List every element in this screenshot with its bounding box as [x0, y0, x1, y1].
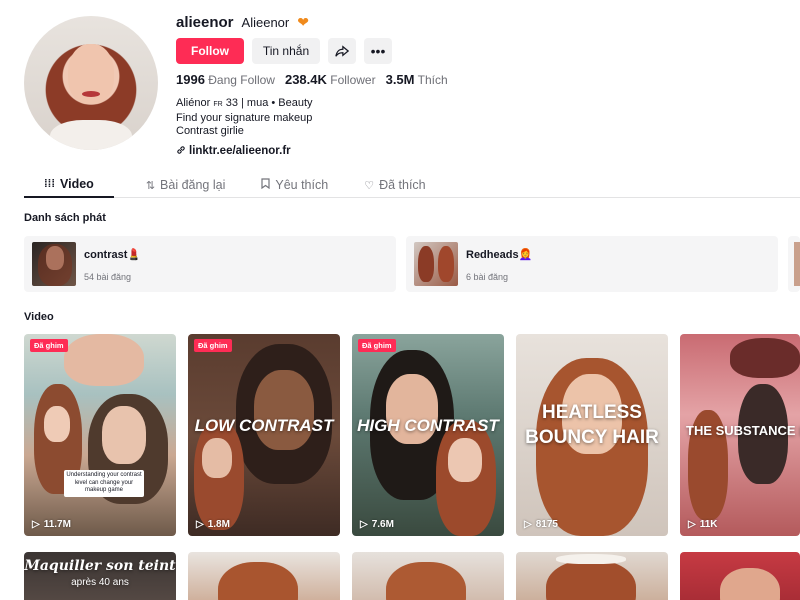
view-count: ▷ 7.6M: [360, 519, 394, 530]
bio-line-2: Find your signature makeup: [176, 111, 313, 124]
profile-tabs: ⁞⁞⁞ Video ⇅ Bài đăng lại Yêu thích ♡ Đã …: [24, 172, 800, 198]
playlist-card-partial[interactable]: [788, 236, 800, 292]
video-card[interactable]: [188, 552, 340, 600]
display-name: Alieenor: [241, 14, 290, 30]
video-card[interactable]: THE SUBSTANCE L'AUTOSABOTA ▷ 11K: [680, 334, 800, 536]
playlist-count: 6 bài đăng: [466, 272, 509, 282]
playlist-thumbnail: [32, 242, 76, 286]
playlists-title: Danh sách phát: [24, 212, 106, 224]
followers-stat[interactable]: 238.4K Follower: [285, 72, 376, 87]
pinned-badge: Đã ghim: [30, 339, 68, 352]
link-icon: [176, 145, 186, 158]
view-count: ▷ 11K: [688, 519, 718, 530]
video-card[interactable]: [516, 552, 668, 600]
video-card[interactable]: [352, 552, 504, 600]
profile-link[interactable]: linktr.ee/alieenor.fr: [176, 145, 448, 158]
play-icon: ▷: [360, 519, 368, 530]
video-overlay-text: LOW CONTRAST: [194, 416, 334, 435]
playlist-card[interactable]: Redheads👩‍🦰 6 bài đăng: [406, 236, 778, 292]
view-count: ▷ 8175: [524, 519, 558, 530]
play-icon: ▷: [688, 519, 696, 530]
profile-header: alieenor Alieenor ❤ Follow Tin nhắn ••• …: [176, 12, 448, 158]
videos-title: Video: [24, 311, 54, 323]
view-count: ▷ 1.8M: [196, 519, 230, 530]
profile-avatar[interactable]: [24, 16, 158, 150]
tab-favorites[interactable]: Yêu thích: [257, 172, 332, 198]
following-stat[interactable]: 1996 Đang Follow: [176, 72, 275, 87]
playlist-thumbnail: [414, 242, 458, 286]
orange-heart-icon: ❤: [297, 13, 309, 30]
avatar-shirt: [50, 120, 132, 150]
share-icon[interactable]: [328, 38, 356, 64]
tab-liked[interactable]: ♡ Đã thích: [360, 172, 429, 198]
play-icon: ▷: [32, 519, 40, 530]
playlist-name: Redheads👩‍🦰: [466, 249, 533, 261]
tab-reposts[interactable]: ⇅ Bài đăng lại: [142, 172, 230, 198]
video-card[interactable]: Maquiller son teint après 40 ans: [24, 552, 176, 600]
grid-icon: ⁞⁞⁞: [44, 178, 55, 190]
playlist-name: contrast💄: [84, 249, 142, 261]
bio-line-3: Contrast girlie: [176, 125, 244, 137]
name-row: alieenor Alieenor ❤: [176, 12, 448, 32]
video-card[interactable]: Đã ghim LOW CONTRAST ▷ 1.8M: [188, 334, 340, 536]
video-overlay-subtext: après 40 ans: [71, 577, 129, 588]
profile-stats: 1996 Đang Follow 238.4K Follower 3.5M Th…: [176, 72, 448, 87]
view-count: ▷ 11.7M: [32, 519, 71, 530]
flag-label: FR: [213, 101, 223, 108]
repost-icon: ⇅: [145, 179, 156, 192]
more-options-icon[interactable]: •••: [364, 38, 392, 64]
video-caption: Understanding your contrast level can ch…: [64, 470, 144, 497]
likes-stat: 3.5M Thích: [385, 72, 448, 87]
video-overlay-text: THE SUBSTANCE L'AUTOSABOTA: [686, 423, 800, 438]
username: alieenor: [176, 13, 234, 31]
bookmark-icon: [261, 178, 270, 192]
follow-button[interactable]: Follow: [176, 38, 244, 64]
playlist-card[interactable]: contrast💄 54 bài đăng: [24, 236, 396, 292]
bio-line-1: Aliénor FR 33 | mua • Beauty: [176, 97, 313, 109]
video-card[interactable]: Đã ghim HIGH CONTRAST ▷ 7.6M: [352, 334, 504, 536]
pinned-badge: Đã ghim: [194, 339, 232, 352]
avatar-lips: [82, 91, 100, 97]
video-overlay-text: HIGH CONTRAST: [357, 416, 499, 435]
playlist-count: 54 bài đăng: [84, 272, 132, 282]
video-card[interactable]: Đã ghim Understanding your contrast leve…: [24, 334, 176, 536]
video-card[interactable]: HEATLESS BOUNCY HAIR ▷ 8175: [516, 334, 668, 536]
message-button[interactable]: Tin nhắn: [252, 38, 320, 64]
video-overlay-text: HEATLESS BOUNCY HAIR: [525, 402, 659, 448]
play-icon: ▷: [196, 519, 204, 530]
video-overlay-text: Maquiller son teint: [24, 558, 176, 574]
action-buttons: Follow Tin nhắn •••: [176, 38, 448, 64]
video-card[interactable]: [680, 552, 800, 600]
pinned-badge: Đã ghim: [358, 339, 396, 352]
tab-video[interactable]: ⁞⁞⁞ Video: [24, 172, 114, 198]
heart-outline-icon: ♡: [364, 179, 375, 192]
play-icon: ▷: [524, 519, 532, 530]
profile-bio: Aliénor FR 33 | mua • Beauty Find your s…: [176, 97, 448, 139]
